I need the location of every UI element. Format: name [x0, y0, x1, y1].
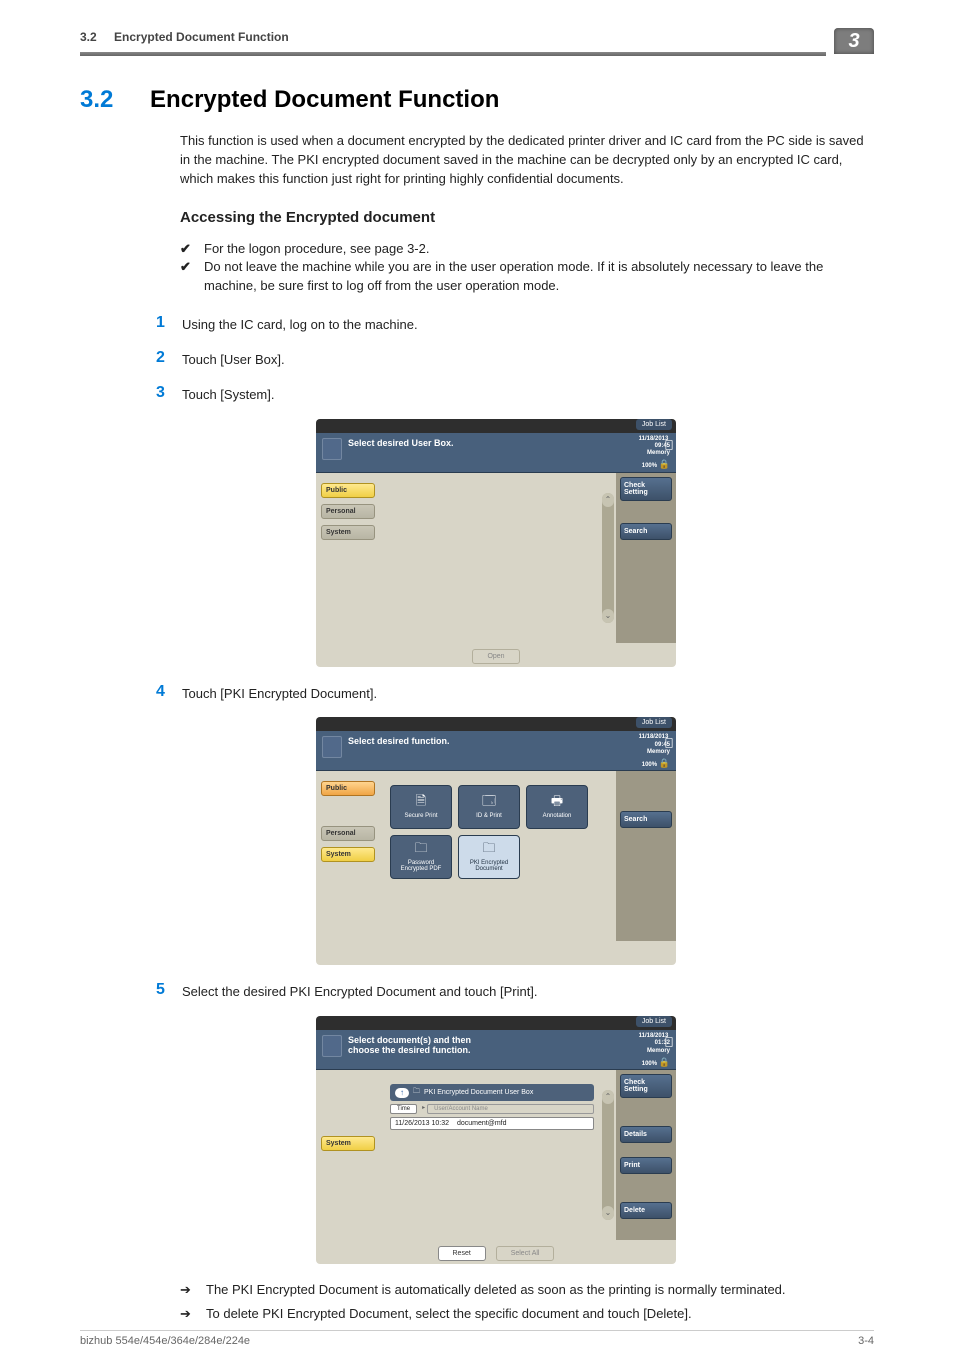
step-text: Touch [System].	[182, 384, 274, 405]
arrow-note: To delete PKI Encrypted Document, select…	[206, 1304, 692, 1324]
screen-title: Select document(s) and then choose the d…	[348, 1035, 471, 1069]
step-text: Select the desired PKI Encrypted Documen…	[182, 981, 538, 1002]
status-block: 11/18/2013 01:32 Memory 100% 🔒	[639, 1033, 670, 1068]
open-button[interactable]: Open	[472, 649, 519, 664]
result-notes: ➔The PKI Encrypted Document is automatic…	[180, 1280, 874, 1323]
check-setting-button[interactable]: Check Setting	[620, 477, 672, 501]
lock-icon: 🔒	[659, 459, 670, 470]
details-button[interactable]: Details	[620, 1126, 672, 1143]
screenshot-document-list: Job List Select document(s) and then cho…	[316, 1016, 676, 1264]
folder-icon: 🗀	[413, 1087, 420, 1098]
check-setting-button[interactable]: Check Setting	[620, 1074, 672, 1098]
search-button[interactable]: Search	[620, 523, 672, 540]
step-text: Touch [User Box].	[182, 349, 285, 370]
job-list-button[interactable]: Job List	[636, 1016, 672, 1027]
col-user[interactable]: User/Account Name	[427, 1104, 594, 1114]
step-text: Using the IC card, log on to the machine…	[182, 314, 418, 335]
header-rule	[80, 52, 826, 56]
tile-annotation[interactable]: 🖶 Annotation	[526, 785, 588, 829]
tab-public[interactable]: Public	[321, 483, 375, 498]
doc-time: 11/26/2013 10:32	[391, 1120, 453, 1127]
screenshot-user-box: Job List Select desired User Box. 11/18/…	[316, 419, 676, 667]
document-icon	[322, 438, 342, 460]
tab-system[interactable]: System	[321, 1136, 375, 1151]
chapter-tab: 3	[834, 28, 874, 54]
check-item: For the logon procedure, see page 3-2.	[204, 240, 429, 259]
header-section-no: 3.2	[80, 30, 97, 44]
scroll-up-icon[interactable]: ⌃	[602, 493, 614, 507]
job-list-button[interactable]: Job List	[636, 717, 672, 728]
screen-title: Select desired function.	[348, 736, 450, 770]
status-block: 11/18/2013 09:45 Memory 100% 🔒	[639, 734, 670, 769]
heading-3: Accessing the Encrypted document	[180, 209, 874, 226]
secure-print-icon: 🗎	[412, 795, 430, 811]
h2-number: 3.2	[80, 86, 113, 113]
id-print-icon: 🗔	[480, 795, 498, 811]
step-text: Touch [PKI Encrypted Document].	[182, 683, 377, 704]
document-icon	[322, 736, 342, 758]
footer-model: bizhub 554e/454e/364e/284e/224e	[80, 1335, 250, 1347]
tab-system[interactable]: System	[321, 525, 375, 540]
status-block: 11/18/2013 09:45 Memory 100% 🔒	[639, 436, 670, 471]
document-row[interactable]: 11/26/2013 10:32 document@mfd	[390, 1117, 594, 1130]
scroll-up-icon[interactable]: ⌃	[602, 1090, 614, 1104]
col-time[interactable]: Time	[390, 1104, 417, 1114]
steps-list: 4 Touch [PKI Encrypted Document].	[156, 683, 874, 704]
footer: bizhub 554e/454e/364e/284e/224e 3-4	[80, 1330, 874, 1347]
document-icon	[322, 1035, 342, 1057]
header-section-title: Encrypted Document Function	[114, 30, 289, 44]
annotation-icon: 🖶	[548, 795, 566, 811]
password-pdf-icon: 🗀	[412, 842, 430, 858]
tile-pki-encrypted[interactable]: 🗀 PKI Encrypted Document	[458, 835, 520, 879]
lock-icon: 🔒	[659, 758, 670, 769]
intro-paragraph: This function is used when a document en…	[180, 132, 874, 189]
heading-2: 3.2 Encrypted Document Function	[80, 86, 874, 114]
select-all-button[interactable]: Select All	[496, 1246, 555, 1261]
scrollbar[interactable]: ⌃ ⌄	[602, 493, 614, 623]
job-list-button[interactable]: Job List	[636, 419, 672, 430]
tile-id-print[interactable]: 🗔 ID & Print	[458, 785, 520, 829]
tile-secure-print[interactable]: 🗎 Secure Print	[390, 785, 452, 829]
prerequisite-list: ✔For the logon procedure, see page 3-2. …	[180, 240, 874, 297]
footer-page: 3-4	[858, 1335, 874, 1347]
screenshot-functions: Job List Select desired function. 11/18/…	[316, 717, 676, 965]
tile-password-pdf[interactable]: 🗀 Password Encrypted PDF	[390, 835, 452, 879]
tab-personal[interactable]: Personal	[321, 826, 375, 841]
doc-user: document@mfd	[453, 1120, 511, 1127]
search-button[interactable]: Search	[620, 811, 672, 828]
header-left: 3.2 Encrypted Document Function	[80, 30, 289, 44]
tab-personal[interactable]: Personal	[321, 504, 375, 519]
print-button[interactable]: Print	[620, 1157, 672, 1174]
scroll-down-icon[interactable]: ⌄	[602, 1206, 614, 1220]
steps-list: 5 Select the desired PKI Encrypted Docum…	[156, 981, 874, 1002]
arrow-note: The PKI Encrypted Document is automatica…	[206, 1280, 786, 1300]
breadcrumb: ↑ 🗀 PKI Encrypted Document User Box	[390, 1084, 594, 1101]
h2-title: Encrypted Document Function	[150, 86, 499, 113]
delete-button[interactable]: Delete	[620, 1202, 672, 1219]
scroll-down-icon[interactable]: ⌄	[602, 609, 614, 623]
tab-public[interactable]: Public	[321, 781, 375, 796]
pki-encrypted-icon: 🗀	[480, 842, 498, 858]
tab-system[interactable]: System	[321, 847, 375, 862]
back-icon[interactable]: ↑	[395, 1088, 409, 1098]
lock-icon: 🔒	[659, 1057, 670, 1068]
screen-title: Select desired User Box.	[348, 438, 454, 472]
steps-list: 1 Using the IC card, log on to the machi…	[156, 314, 874, 405]
check-item: Do not leave the machine while you are i…	[204, 258, 874, 296]
scrollbar[interactable]: ⌃ ⌄	[602, 1090, 614, 1220]
reset-button[interactable]: Reset	[438, 1246, 486, 1261]
